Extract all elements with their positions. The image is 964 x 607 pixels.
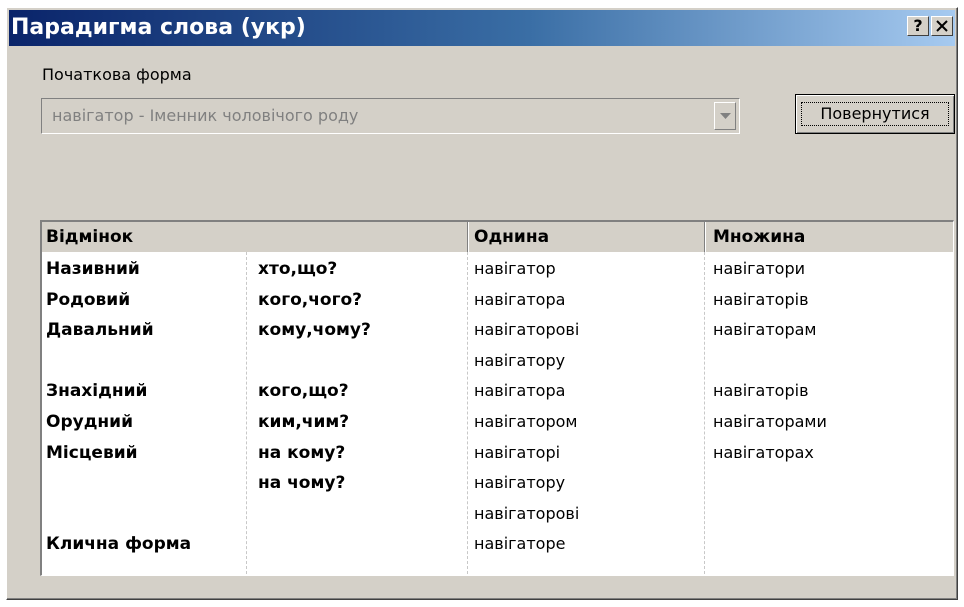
plural-cell: навігаторах <box>713 443 814 462</box>
case-cell: Орудний <box>46 412 134 432</box>
paradigm-table: Відмінок Однина Множина Називний хто,що? н… <box>40 220 954 576</box>
singular-cell: навігатор <box>474 259 556 278</box>
question-cell: ким,чим? <box>258 412 350 432</box>
header-case: Відмінок <box>46 227 134 247</box>
plural-cell: навігаторів <box>713 290 809 309</box>
title-bar[interactable]: Парадигма слова (укр) ? <box>9 10 955 46</box>
back-button[interactable]: Повернутися <box>795 94 955 134</box>
singular-cell: навігатора <box>474 290 566 309</box>
chevron-down-icon <box>720 113 731 119</box>
plural-cell: навігаторам <box>713 320 817 339</box>
question-cell: кого,що? <box>258 381 349 401</box>
case-cell: Знахідний <box>46 381 148 401</box>
plural-cell: навігатори <box>713 259 806 278</box>
singular-cell: навігаторе <box>474 534 566 553</box>
table-header: Відмінок Однина Множина <box>42 222 953 252</box>
dropdown-button[interactable] <box>714 102 736 130</box>
paradigm-dialog: Парадигма слова (укр) ? Початкова форма … <box>6 7 958 600</box>
question-cell: хто,що? <box>258 259 338 279</box>
initial-form-label: Початкова форма <box>42 65 192 84</box>
singular-cell: навігатору <box>474 351 566 370</box>
header-singular: Однина <box>474 227 550 247</box>
initial-form-value: навігатор - Іменник чоловічого роду <box>52 106 359 125</box>
case-cell: Давальний <box>46 320 154 340</box>
window-title: Парадигма слова (укр) <box>11 15 306 40</box>
help-button[interactable]: ? <box>907 16 929 36</box>
initial-form-combobox[interactable]: навігатор - Іменник чоловічого роду <box>41 98 740 134</box>
question-cell: кого,чого? <box>258 290 363 310</box>
singular-cell: навігатором <box>474 412 578 431</box>
back-button-label: Повернутися <box>801 102 949 126</box>
plural-cell: навігаторами <box>713 412 827 431</box>
question-cell: кому,чому? <box>258 320 371 340</box>
singular-cell: навігатору <box>474 473 566 492</box>
singular-cell: навігатора <box>474 381 566 400</box>
case-cell: Родовий <box>46 290 131 310</box>
singular-cell: навігаторові <box>474 320 580 339</box>
header-plural: Множина <box>713 227 806 247</box>
case-cell: Клична форма <box>46 534 192 554</box>
close-button[interactable] <box>931 16 953 36</box>
question-cell: на кому? <box>258 443 346 463</box>
singular-cell: навігаторові <box>474 504 580 523</box>
case-cell: Називний <box>46 259 140 279</box>
question-cell: на чому? <box>258 473 346 493</box>
plural-cell: навігаторів <box>713 381 809 400</box>
case-cell: Місцевий <box>46 443 138 463</box>
singular-cell: навігаторі <box>474 443 561 462</box>
close-icon <box>936 20 948 32</box>
